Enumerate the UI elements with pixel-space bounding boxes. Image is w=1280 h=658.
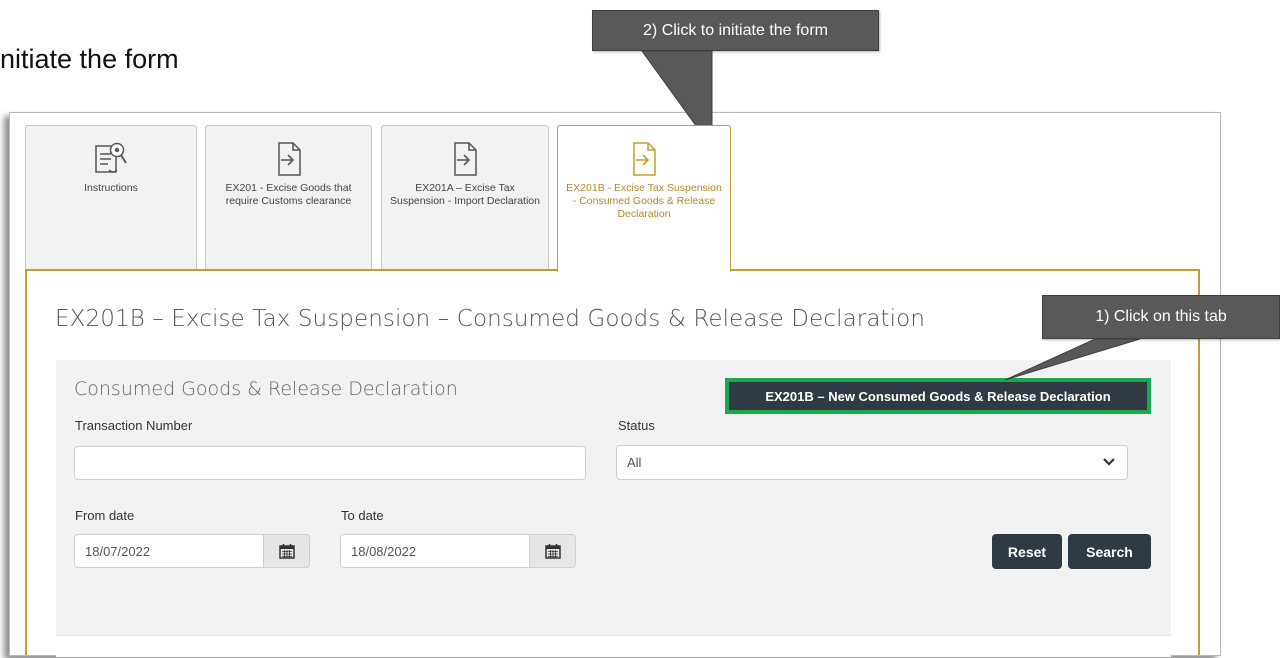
status-label: Status [618, 418, 655, 433]
from-date-label: From date [75, 508, 135, 523]
tab-label: EX201A – Excise Tax Suspension - Import … [390, 182, 540, 207]
tab-instructions[interactable]: Instructions [25, 125, 197, 270]
callout-pointer [1004, 338, 1141, 381]
tab-ex201[interactable]: EX201 - Excise Goods that require Custom… [205, 125, 372, 270]
from-date-calendar-button[interactable] [264, 534, 310, 568]
to-date-calendar-button[interactable] [530, 534, 576, 568]
search-button[interactable]: Search [1068, 534, 1151, 569]
search-card-title: Consumed Goods & Release Declaration [74, 378, 458, 400]
instructions-icon [95, 142, 127, 173]
callout-click-tab: 1) Click on this tab [1042, 295, 1280, 339]
status-select[interactable]: All [616, 445, 1128, 480]
tab-ex201a[interactable]: EX201A – Excise Tax Suspension - Import … [381, 125, 549, 270]
reset-button[interactable]: Reset [992, 534, 1062, 569]
status-selected-value: All [627, 455, 642, 470]
document-heading-fragment: nitiate the form [0, 44, 179, 74]
tab-label: EX201B - Excise Tax Suspension - Consume… [566, 182, 722, 220]
to-date-input[interactable]: 18/08/2022 [340, 534, 530, 568]
transaction-number-input[interactable] [74, 446, 586, 480]
callout-initiate-form: 2) Click to initiate the form [592, 10, 879, 51]
tab-label: EX201 - Excise Goods that require Custom… [225, 182, 352, 207]
transaction-number-label: Transaction Number [75, 418, 193, 433]
chevron-down-icon [1103, 458, 1115, 466]
tab-ex201b[interactable]: EX201B - Excise Tax Suspension - Consume… [557, 125, 731, 272]
new-declaration-highlight: EX201B – New Consumed Goods & Release De… [725, 378, 1151, 414]
file-import-icon [454, 142, 477, 176]
from-date-input[interactable]: 18/07/2022 [74, 534, 264, 568]
page-title: EX201B – Excise Tax Suspension – Consume… [55, 306, 925, 332]
results-area [56, 635, 1171, 657]
new-declaration-button[interactable]: EX201B – New Consumed Goods & Release De… [729, 382, 1147, 410]
calendar-icon [544, 544, 561, 559]
calendar-icon [278, 544, 295, 559]
to-date-label: To date [341, 508, 384, 523]
tab-label: Instructions [84, 182, 138, 194]
file-import-icon [277, 142, 301, 176]
file-import-icon [633, 142, 656, 176]
